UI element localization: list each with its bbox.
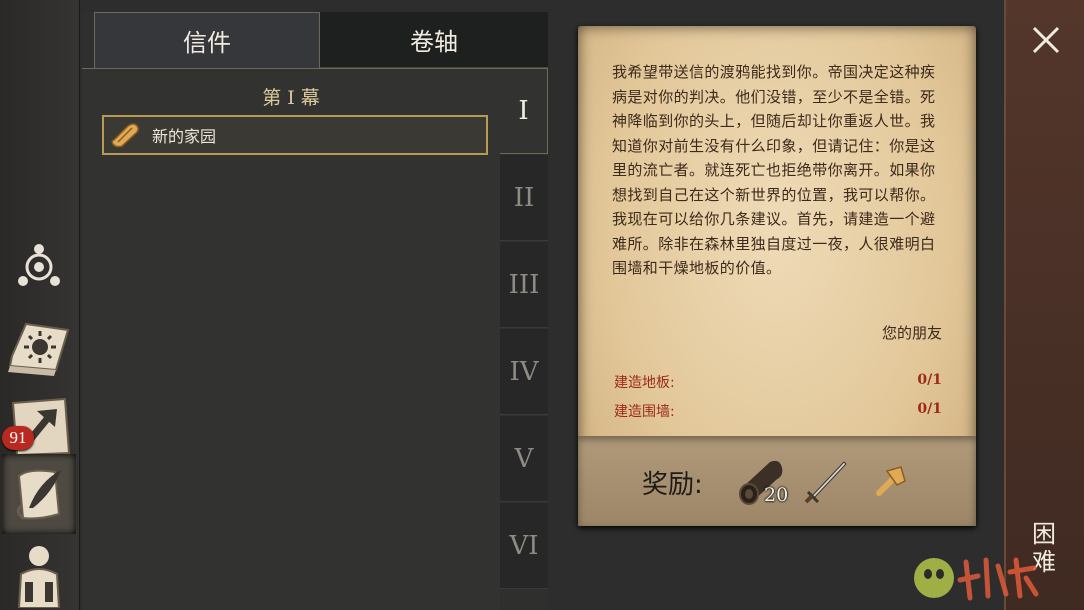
reward-hammer[interactable] [864,454,918,508]
chapter-tab-4[interactable]: IV [500,329,548,415]
scroll-icon [111,123,139,148]
quest-panel: 信件 卷轴 第 I 幕 新的家园 I II III IV V VI [82,12,548,610]
sidebar-item-character[interactable] [2,536,76,610]
quill-scroll-icon [16,469,61,520]
chapter-tab-5[interactable]: V [500,416,548,502]
objective-progress: 0/1 [917,401,942,417]
right-panel: 困难 [1004,0,1084,610]
chapter-tab-1[interactable]: I [500,68,548,154]
letter-parchment: 我希望带送信的渡鸦能找到你。帝国决定这种疾病是对你的判决。他们没错，至少不是全错… [578,26,976,526]
notification-badge: 91 [2,426,34,450]
objective-row: 建造围墙: 0/1 [614,401,942,423]
act-title: 第 I 幕 [262,87,320,109]
sidebar-item-compass[interactable] [2,226,76,304]
sidebar-item-letters[interactable] [2,454,76,534]
tab-letters[interactable]: 信件 [94,12,320,68]
objective-row: 建造地板: 0/1 [614,372,942,394]
objective-label: 建造围墙: [614,404,675,420]
watermark-logo [914,557,1039,601]
objective-progress: 0/1 [917,372,942,388]
chapter-tabs: I II III IV V VI [500,68,548,610]
reward-log-count: 20 [764,484,789,506]
tab-scrolls[interactable]: 卷轴 [320,12,548,68]
chapter-tab-3[interactable]: III [500,242,548,328]
sword-icon [804,461,847,504]
reward-bar: 奖励: 20 [578,436,976,526]
character-icon [17,546,61,608]
compass-icon [18,244,60,286]
hammer-icon [876,466,906,496]
sun-book-icon [8,322,70,376]
letter-body: 我希望带送信的渡鸦能找到你。帝国决定这种疾病是对你的判决。他们没错，至少不是全错… [612,63,936,277]
sidebar-item-journal[interactable] [2,308,76,386]
close-icon[interactable] [1026,20,1066,60]
objective-label: 建造地板: [614,375,675,391]
letter-signature: 您的朋友 [881,324,942,342]
tab-bar: 信件 卷轴 [94,12,548,68]
quest-item-label: 新的家园 [152,127,217,146]
chapter-tab-2[interactable]: II [500,155,548,241]
reward-sword[interactable] [800,454,854,508]
reward-label: 奖励: [642,470,703,500]
sidebar: 91 [0,0,80,610]
quest-list: 第 I 幕 新的家园 [82,68,500,610]
quest-list-item[interactable]: 新的家园 [102,115,488,155]
chapter-tab-6[interactable]: VI [500,503,548,589]
